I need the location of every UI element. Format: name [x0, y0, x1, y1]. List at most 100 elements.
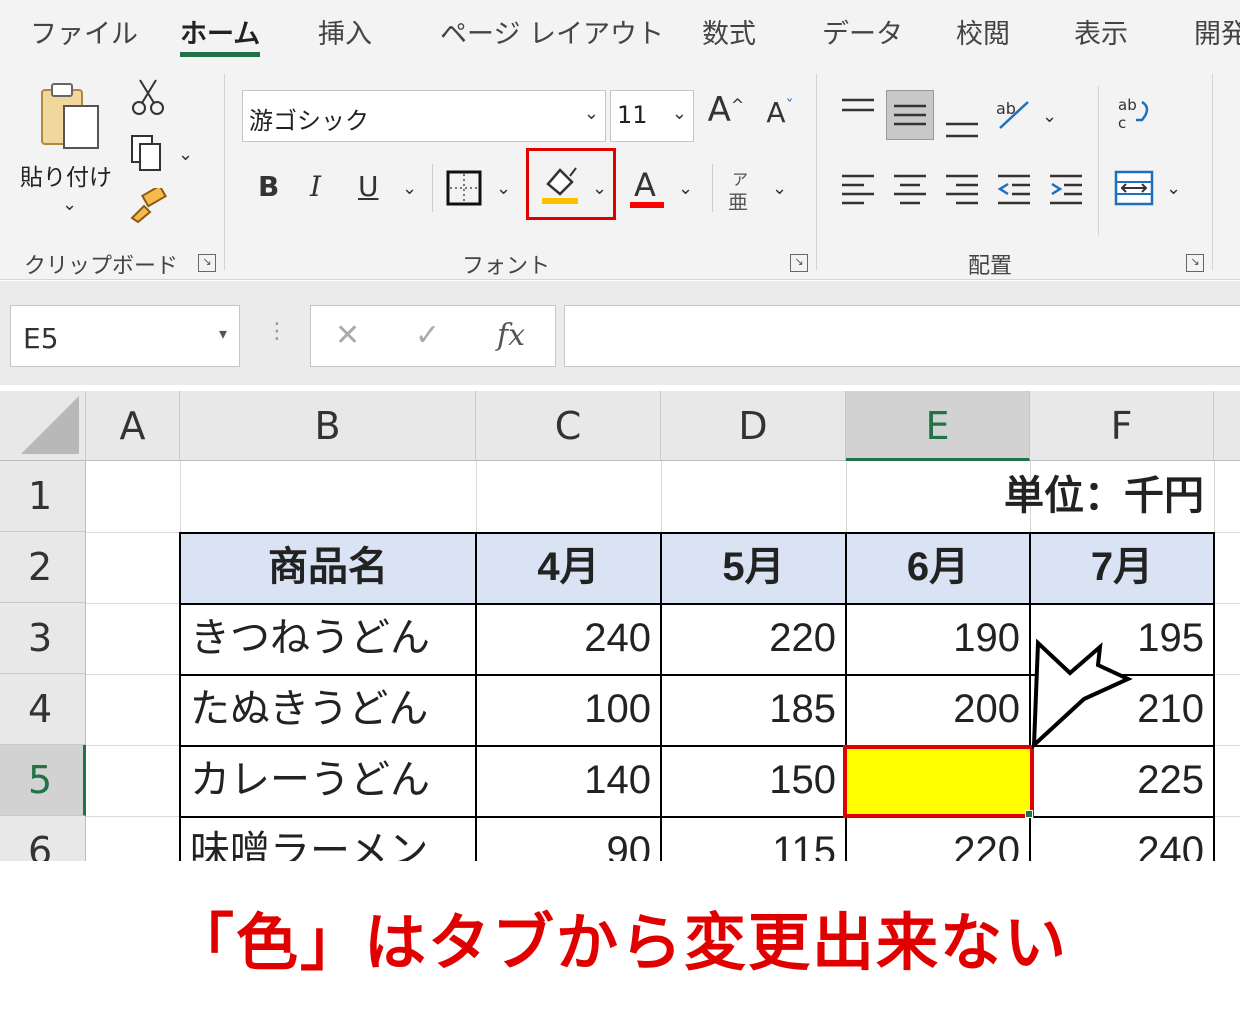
font-size-select[interactable]: 11 ⌄ — [610, 90, 694, 142]
insert-function-icon[interactable]: fx — [497, 318, 525, 353]
table-border — [179, 816, 1215, 818]
increase-font-size-button[interactable]: A^ — [704, 90, 748, 130]
align-center-icon[interactable] — [892, 172, 928, 206]
font-name-select[interactable]: 游ゴシック ⌄ — [242, 90, 606, 142]
copy-dropdown-icon[interactable]: ⌄ — [178, 144, 193, 165]
tab-developer[interactable]: 開発 — [1194, 12, 1240, 51]
clipboard-group-label: クリップボード — [24, 254, 179, 279]
fill-handle[interactable] — [1025, 810, 1033, 818]
tab-file[interactable]: ファイル — [30, 12, 138, 51]
value-cell[interactable]: 140 — [476, 745, 661, 816]
value-cell[interactable]: 185 — [661, 674, 846, 745]
value-cell[interactable]: 100 — [476, 674, 661, 745]
align-bottom-icon[interactable] — [944, 110, 980, 140]
paste-dropdown-icon[interactable]: ⌄ — [62, 194, 77, 215]
tab-page-layout[interactable]: ページ レイアウト — [440, 12, 664, 51]
column-header-d[interactable]: D — [661, 391, 846, 461]
caption-text: 「色」はタブから変更出来ない — [171, 906, 1068, 979]
font-color-button[interactable]: A — [630, 166, 664, 210]
value-cell[interactable]: 225 — [1030, 745, 1214, 816]
ribbon-tab-bar: ファイル ホーム 挿入 ページ レイアウト 数式 データ 校閲 表示 開発 — [0, 0, 1240, 62]
selected-cell-e5[interactable] — [843, 745, 1034, 818]
select-all-icon — [21, 396, 79, 454]
paste-button[interactable]: 貼り付け ⌄ — [20, 78, 120, 228]
decrease-font-size-button[interactable]: Aˇ — [760, 96, 800, 129]
font-name-value: 游ゴシック — [249, 107, 369, 135]
tab-formulas[interactable]: 数式 — [702, 12, 756, 51]
column-header-b[interactable]: B — [180, 391, 476, 461]
value-cell[interactable]: 220 — [846, 816, 1030, 861]
orientation-dropdown-icon[interactable]: ⌄ — [1042, 106, 1057, 127]
borders-icon[interactable] — [446, 170, 482, 206]
font-color-dropdown-icon[interactable]: ⌄ — [678, 178, 693, 199]
column-header-f[interactable]: F — [1030, 391, 1214, 461]
font-launcher-icon[interactable]: ↘ — [790, 254, 808, 272]
merge-center-icon[interactable] — [1114, 170, 1154, 206]
value-cell[interactable]: 190 — [846, 603, 1030, 674]
value-cell[interactable]: 90 — [476, 816, 661, 861]
header-cell-apr[interactable]: 4月 — [476, 532, 661, 603]
column-header-a[interactable]: A — [86, 391, 180, 461]
underline-button[interactable]: U — [358, 170, 379, 203]
grow-font-glyph: A — [707, 90, 731, 130]
unit-label-cell[interactable]: 単位：千円 — [846, 461, 1212, 532]
bold-button[interactable]: B — [258, 170, 279, 203]
align-top-icon[interactable] — [840, 96, 876, 126]
header-cell-jun[interactable]: 6月 — [846, 532, 1030, 603]
format-painter-icon[interactable] — [128, 188, 168, 224]
copy-icon[interactable] — [128, 134, 166, 172]
align-left-icon[interactable] — [840, 172, 876, 206]
formula-bar-grip-icon[interactable]: ⋮ — [266, 319, 288, 344]
clipboard-launcher-icon[interactable]: ↘ — [198, 254, 216, 272]
row-header-4[interactable]: 4 — [0, 674, 86, 745]
select-all-button[interactable] — [0, 391, 86, 461]
header-cell-product[interactable]: 商品名 — [180, 532, 476, 603]
enter-icon[interactable]: ✓ — [415, 318, 440, 353]
italic-button[interactable]: I — [310, 170, 321, 203]
phonetic-guide-button[interactable]: ア 亜 — [728, 166, 758, 214]
row-header-6[interactable]: 6 — [0, 816, 86, 861]
cancel-icon[interactable]: ✕ — [335, 318, 360, 353]
header-cell-may[interactable]: 5月 — [661, 532, 846, 603]
value-cell[interactable]: 240 — [1030, 816, 1214, 861]
borders-dropdown-icon[interactable]: ⌄ — [496, 178, 511, 199]
alignment-launcher-icon[interactable]: ↘ — [1186, 254, 1204, 272]
tab-home[interactable]: ホーム — [180, 12, 260, 51]
value-cell[interactable]: 150 — [661, 745, 846, 816]
align-middle-icon — [894, 104, 926, 126]
orientation-icon[interactable]: ab — [994, 94, 1034, 134]
header-cell-jul[interactable]: 7月 — [1030, 532, 1214, 603]
active-tab-indicator — [180, 52, 260, 57]
underline-dropdown-icon[interactable]: ⌄ — [402, 178, 417, 199]
value-cell[interactable]: 115 — [661, 816, 846, 861]
product-cell[interactable]: きつねうどん — [180, 603, 476, 674]
product-cell[interactable]: 味噌ラーメン — [180, 816, 476, 861]
tab-view[interactable]: 表示 — [1074, 12, 1128, 51]
table-border — [475, 532, 477, 861]
decrease-indent-icon[interactable] — [996, 172, 1032, 206]
value-cell[interactable]: 220 — [661, 603, 846, 674]
row-header-5[interactable]: 5 — [0, 745, 86, 816]
name-box[interactable]: E5 ▾ — [10, 305, 240, 367]
product-cell[interactable]: たぬきうどん — [180, 674, 476, 745]
formula-input[interactable] — [564, 305, 1240, 367]
row-header-1[interactable]: 1 — [0, 461, 86, 532]
wrap-text-icon[interactable]: ab c — [1116, 94, 1156, 134]
phonetic-dropdown-icon[interactable]: ⌄ — [772, 178, 787, 199]
row-header-2[interactable]: 2 — [0, 532, 86, 603]
value-cell[interactable]: 240 — [476, 603, 661, 674]
increase-indent-icon[interactable] — [1048, 172, 1084, 206]
merge-dropdown-icon[interactable]: ⌄ — [1166, 178, 1181, 199]
value-cell[interactable]: 200 — [846, 674, 1030, 745]
tab-insert[interactable]: 挿入 — [318, 12, 372, 51]
column-header-g[interactable] — [1214, 391, 1240, 461]
column-header-e[interactable]: E — [846, 391, 1030, 461]
tab-review[interactable]: 校閲 — [956, 12, 1010, 51]
row-header-3[interactable]: 3 — [0, 603, 86, 674]
align-right-icon[interactable] — [944, 172, 980, 206]
align-middle-button[interactable] — [886, 90, 934, 140]
cut-icon[interactable] — [130, 78, 166, 116]
column-header-c[interactable]: C — [476, 391, 661, 461]
product-cell[interactable]: カレーうどん — [180, 745, 476, 816]
tab-data[interactable]: データ — [822, 12, 903, 51]
